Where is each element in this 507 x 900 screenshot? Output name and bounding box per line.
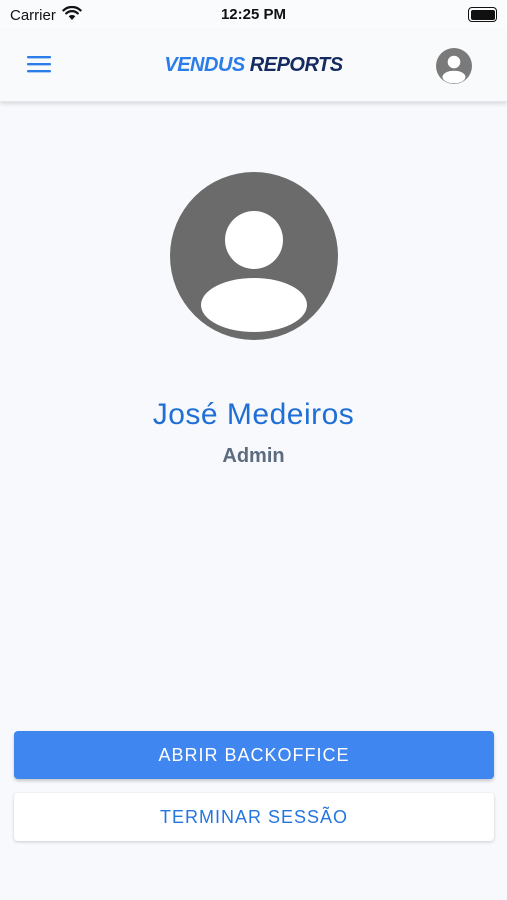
battery-icon (468, 7, 497, 22)
account-circle-icon (435, 48, 473, 89)
profile-button[interactable] (435, 47, 473, 85)
user-role: Admin (222, 445, 285, 467)
end-session-button[interactable]: TERMINAR SESSÃO (14, 793, 494, 841)
app-bar: VENDUS REPORTS (0, 30, 507, 102)
logo-text-vendus: VENDUS (164, 54, 245, 76)
user-name: José Medeiros (152, 398, 355, 431)
status-bar: Carrier 12:25 PM (0, 0, 507, 30)
open-backoffice-label: ABRIR BACKOFFICE (158, 744, 350, 765)
open-backoffice-button[interactable]: ABRIR BACKOFFICE (14, 731, 494, 779)
end-session-label: TERMINAR SESSÃO (159, 806, 349, 827)
account-circle-icon (170, 172, 338, 344)
user-avatar (170, 172, 338, 340)
clock: 12:25 PM (220, 6, 287, 23)
logo-text-reports: REPORTS (249, 54, 343, 76)
app-logo: VENDUS REPORTS (0, 54, 507, 77)
